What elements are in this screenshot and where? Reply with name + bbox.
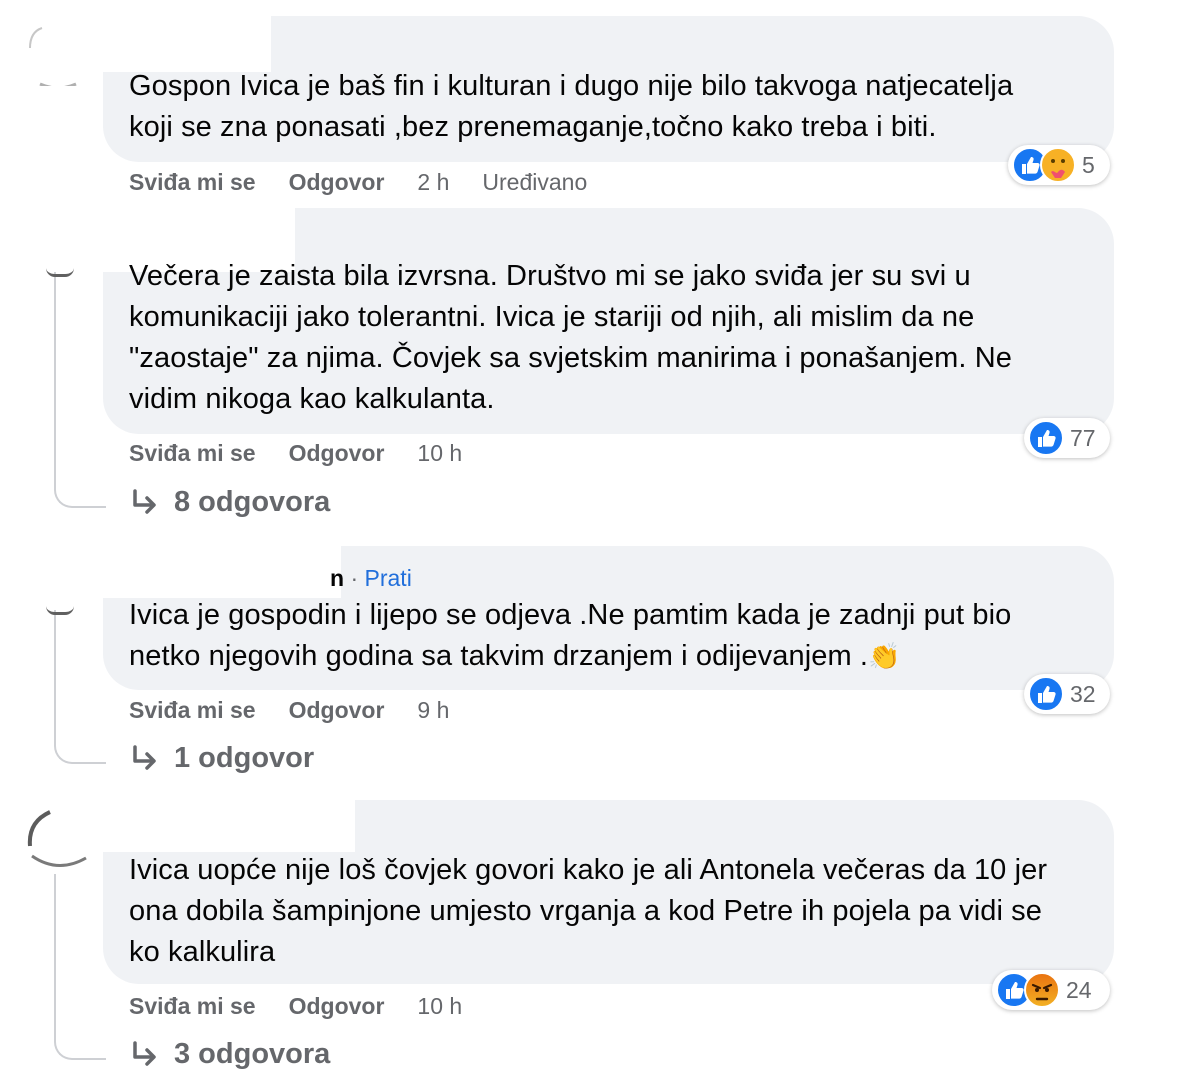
comment-line-text: netko njegovih godina sa takvim drzanjem… — [129, 640, 869, 672]
avatar[interactable] — [26, 22, 90, 90]
reply-button[interactable]: Odgovor — [289, 697, 385, 724]
comment-line: Ivica je gospodin i lijepo se odjeva .Ne… — [129, 599, 1012, 631]
timestamp[interactable]: 10 h — [417, 993, 462, 1020]
author-name-redaction — [103, 540, 341, 598]
comment-line: ona dobila šampinjone umjesto vrganja a … — [129, 895, 1043, 927]
comment-actions: Sviđa mi se Odgovor 10 h — [129, 990, 495, 1022]
comment-text: Ivica je gospodin i lijepo se odjeva .Ne… — [129, 595, 1099, 677]
timestamp[interactable]: 9 h — [417, 697, 449, 724]
like-button[interactable]: Sviđa mi se — [129, 169, 256, 196]
comment-line: Večera je zaista bila izvrsna. Društvo m… — [129, 260, 971, 292]
reply-arrow-icon — [133, 488, 156, 514]
comment-text: Ivica uopće nije loš čovjek govori kako … — [129, 850, 1099, 974]
comment-actions: Sviđa mi se Odgovor 2 h Uređivano — [129, 166, 587, 198]
reply-button[interactable]: Odgovor — [289, 993, 385, 1020]
comment-actions: Sviđa mi se Odgovor 9 h — [129, 694, 482, 726]
author-name-redaction — [103, 794, 355, 852]
reaction-summary[interactable]: 5 — [1008, 145, 1110, 185]
reaction-count: 24 — [1066, 976, 1092, 1003]
separator-dot: · — [350, 565, 365, 591]
edited-label: Uređivano — [482, 168, 588, 195]
like-button[interactable]: Sviđa mi se — [129, 697, 256, 724]
replies-count-label: 1 odgovor — [174, 742, 315, 774]
care-icon — [1040, 147, 1076, 183]
reaction-count: 32 — [1070, 680, 1096, 707]
thread-line — [54, 272, 106, 508]
replies-count-label: 3 odgovora — [174, 1038, 331, 1070]
author-name[interactable]: n — [330, 565, 344, 591]
comment-line: netko njegovih godina sa takvim drzanjem… — [129, 636, 1099, 677]
reaction-summary[interactable]: 24 — [992, 970, 1110, 1010]
reply-arrow-icon — [133, 1040, 156, 1066]
comment-line: koji se zna ponasati ,bez prenemaganje,t… — [129, 111, 937, 143]
comment-line: ko kalkulira — [129, 936, 276, 968]
avatar[interactable] — [26, 806, 90, 872]
like-icon — [1028, 420, 1064, 456]
reply-arrow-icon — [133, 744, 156, 770]
reply-button[interactable]: Odgovor — [289, 440, 385, 467]
comment-text: Gospon Ivica je baš fin i kulturan i dug… — [129, 66, 1099, 148]
like-button[interactable]: Sviđa mi se — [129, 440, 256, 467]
thread-line — [54, 610, 106, 764]
reply-button[interactable]: Odgovor — [289, 169, 385, 196]
view-replies-button[interactable]: 1 odgovor — [130, 742, 314, 775]
comment-line: komunikaciji jako tolerantni. Ivica je s… — [129, 301, 975, 333]
comment-actions: Sviđa mi se Odgovor 10 h — [129, 437, 495, 469]
author-name-redaction — [103, 10, 271, 72]
angry-icon — [1024, 972, 1060, 1008]
reaction-summary[interactable]: 77 — [1024, 418, 1110, 458]
comment-text: Večera je zaista bila izvrsna. Društvo m… — [129, 256, 1099, 420]
author-line: n · Prati — [330, 565, 412, 592]
like-button[interactable]: Sviđa mi se — [129, 993, 256, 1020]
view-replies-button[interactable]: 3 odgovora — [130, 1038, 330, 1071]
comment-line: "zaostaje" za njima. Čovjek sa svjetskim… — [129, 342, 1013, 374]
thread-line — [54, 874, 106, 1060]
replies-count-label: 8 odgovora — [174, 486, 331, 518]
comment-line: vidim nikoga kao kalkulanta. — [129, 383, 495, 415]
view-replies-button[interactable]: 8 odgovora — [130, 486, 330, 519]
follow-button[interactable]: Prati — [365, 565, 412, 591]
reaction-count: 77 — [1070, 424, 1096, 451]
timestamp[interactable]: 2 h — [417, 169, 449, 196]
reaction-summary[interactable]: 32 — [1024, 674, 1110, 714]
comment-line: Gospon Ivica je baš fin i kulturan i dug… — [129, 70, 1014, 102]
comment-line: Ivica uopće nije loš čovjek govori kako … — [129, 854, 1048, 886]
clapping-emoji: 👏 — [868, 641, 901, 671]
timestamp[interactable]: 10 h — [417, 440, 462, 467]
like-icon — [1028, 676, 1064, 712]
reaction-count: 5 — [1082, 151, 1095, 178]
